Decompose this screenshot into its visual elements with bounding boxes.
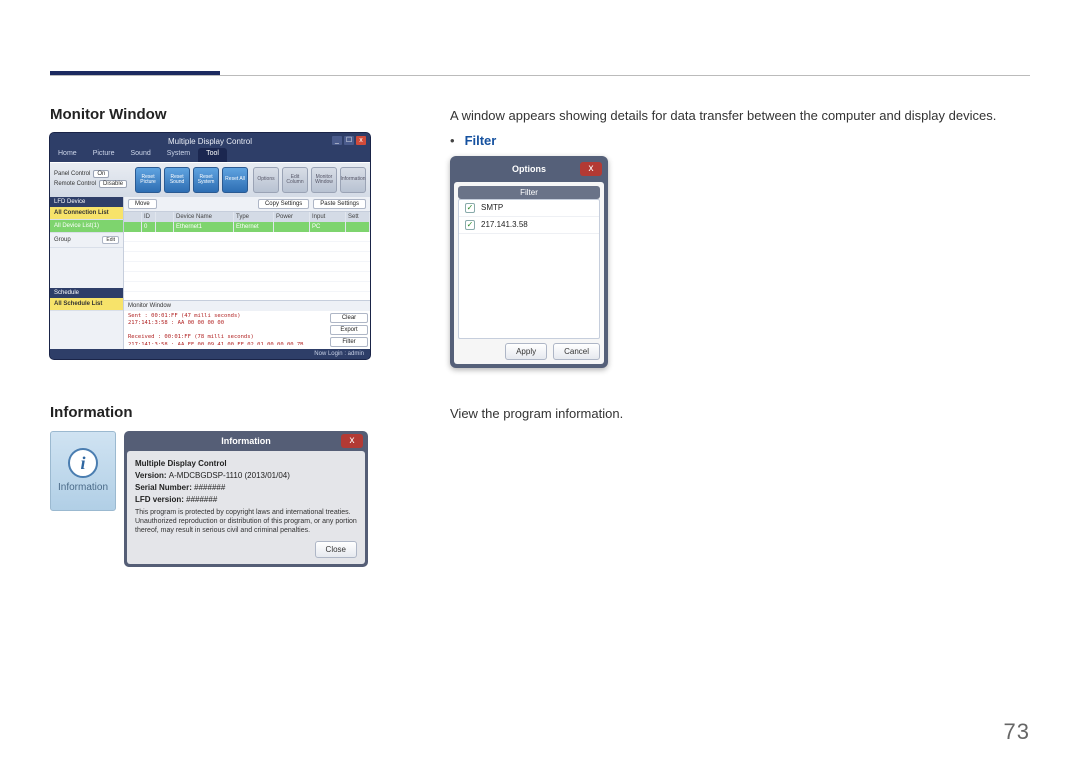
tab-tool[interactable]: Tool [198,148,227,162]
panel-control-select[interactable]: On [93,170,109,178]
info-version-value: A-MDCBGDSP-1110 (2013/01/04) [169,471,290,480]
monitor-export-button[interactable]: Export [330,325,368,335]
mdc-statusbar: Now Login : admin [50,349,370,359]
filter-label: Filter [465,133,497,148]
page-number: 73 [1004,719,1030,745]
monitor-log: Sent : 00:01:FF (47 milli seconds) 217:1… [124,311,328,345]
information-dialog-close-button[interactable]: x [341,434,363,448]
info-lfd-label: LFD version: [135,495,186,504]
grid-row[interactable]: 0Ethernet1EthernetPC [124,222,370,232]
info-lfd-value: ####### [186,495,217,504]
filter-item[interactable]: ✓ SMTP [459,200,599,217]
monitor-panel-title: Monitor Window [124,301,370,311]
sidebar-all-device[interactable]: All Device List(1) [50,220,123,233]
sidebar-head-lfd: LFD Device [50,197,123,207]
close-button[interactable]: Close [315,541,357,558]
tab-sound[interactable]: Sound [122,148,158,162]
sidebar-head-schedule: Schedule [50,288,123,298]
information-dialog-title: Information [221,436,271,446]
window-close-button[interactable]: x [356,136,366,145]
info-icon: i [68,448,98,478]
reset-all-button[interactable]: Reset All [222,167,248,193]
mdc-tabbar: Home Picture Sound System Tool [50,148,370,162]
apply-button[interactable]: Apply [505,343,547,360]
filter-item-label: SMTP [481,203,503,212]
sidebar-edit-button[interactable]: Edit [102,236,119,244]
filter-dialog-close-button[interactable]: x [580,162,602,176]
monitor-window-button[interactable]: Monitor Window [311,167,337,193]
tab-system[interactable]: System [159,148,198,162]
info-product-name: Multiple Display Control [135,459,357,468]
mdc-toolbar: Panel Control On Remote Control Disable … [50,162,370,197]
reset-picture-button[interactable]: Reset Picture [135,167,161,193]
monitor-window-description: A window appears showing details for dat… [450,106,1030,127]
window-maximize-button[interactable]: ☐ [344,136,354,145]
tab-home[interactable]: Home [50,148,85,162]
checkbox-icon[interactable]: ✓ [465,220,475,230]
edit-column-button[interactable]: Edit Column [282,167,308,193]
info-serial-label: Serial Number: [135,483,194,492]
sidebar-all-schedule[interactable]: All Schedule List [50,298,123,311]
monitor-filter-button[interactable]: Filter [330,337,368,347]
mdc-app-window: Multiple Display Control _ ☐ x Home Pict… [50,133,370,359]
window-minimize-button[interactable]: _ [332,136,342,145]
filter-list: ✓ SMTP ✓ 217.141.3.58 [458,199,600,339]
information-description: View the program information. [450,404,1030,425]
filter-item-label: 217.141.3.58 [481,220,528,229]
options-button[interactable]: Options [253,167,279,193]
cancel-button[interactable]: Cancel [553,343,600,360]
filter-dialog: Options x Filter ✓ SMTP ✓ 217.141.3.58 [450,156,608,368]
tab-picture[interactable]: Picture [85,148,123,162]
mdc-titlebar: Multiple Display Control _ ☐ x [50,133,370,148]
header-accent [50,71,220,75]
info-version-label: Version: [135,471,169,480]
remote-control-label: Remote Control [54,181,96,187]
filter-dialog-title: Options [478,164,580,174]
reset-system-button[interactable]: Reset System [193,167,219,193]
panel-control-label: Panel Control [54,171,90,177]
information-heading: Information [50,404,430,421]
paste-settings-button[interactable]: Paste Settings [313,199,366,209]
grid-empty [124,232,370,300]
info-icon-label: Information [58,482,108,493]
monitor-window-heading: Monitor Window [50,106,430,123]
information-button[interactable]: Information [340,167,366,193]
monitor-clear-button[interactable]: Clear [330,313,368,323]
grid-header: IDDevice NameTypePowerInputSett [124,212,370,222]
information-dialog: Information x Multiple Display Control V… [124,431,368,567]
filter-dialog-subtitle: Filter [458,186,600,199]
remote-control-select[interactable]: Disable [99,180,127,188]
copy-settings-button[interactable]: Copy Settings [258,199,309,209]
sidebar-all-connection[interactable]: All Connection List [50,207,123,220]
checkbox-icon[interactable]: ✓ [465,203,475,213]
filter-item[interactable]: ✓ 217.141.3.58 [459,217,599,234]
bullet-icon: • [450,133,455,148]
mdc-sidebar: LFD Device All Connection List All Devic… [50,197,124,349]
sidebar-group: Group Edit [50,233,123,248]
reset-sound-button[interactable]: Reset Sound [164,167,190,193]
mdc-title-text: Multiple Display Control [168,137,252,146]
info-legal-text: This program is protected by copyright l… [135,508,357,535]
move-button[interactable]: Move [128,199,157,209]
info-serial-value: ####### [194,483,225,492]
header-rule [50,56,1030,76]
information-icon-card[interactable]: i Information [50,431,116,511]
